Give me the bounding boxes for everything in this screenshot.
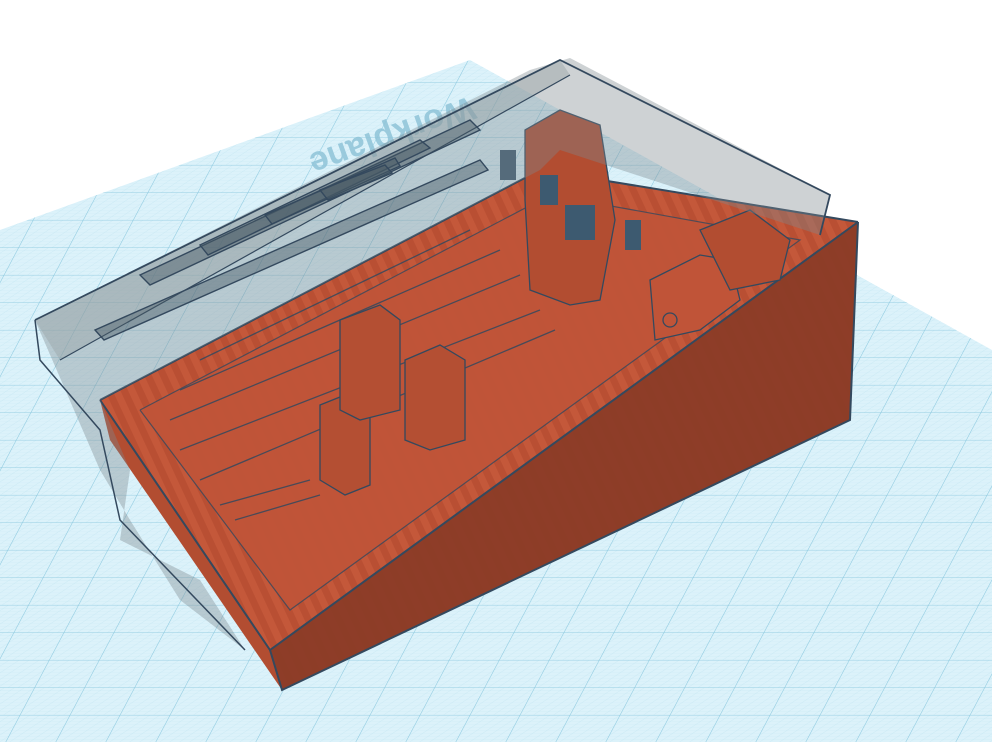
scene-canvas[interactable]: Workplane (0, 0, 992, 742)
post-center (339, 304, 401, 421)
3d-viewport[interactable]: Workplane (0, 0, 992, 742)
post-right (404, 344, 466, 451)
